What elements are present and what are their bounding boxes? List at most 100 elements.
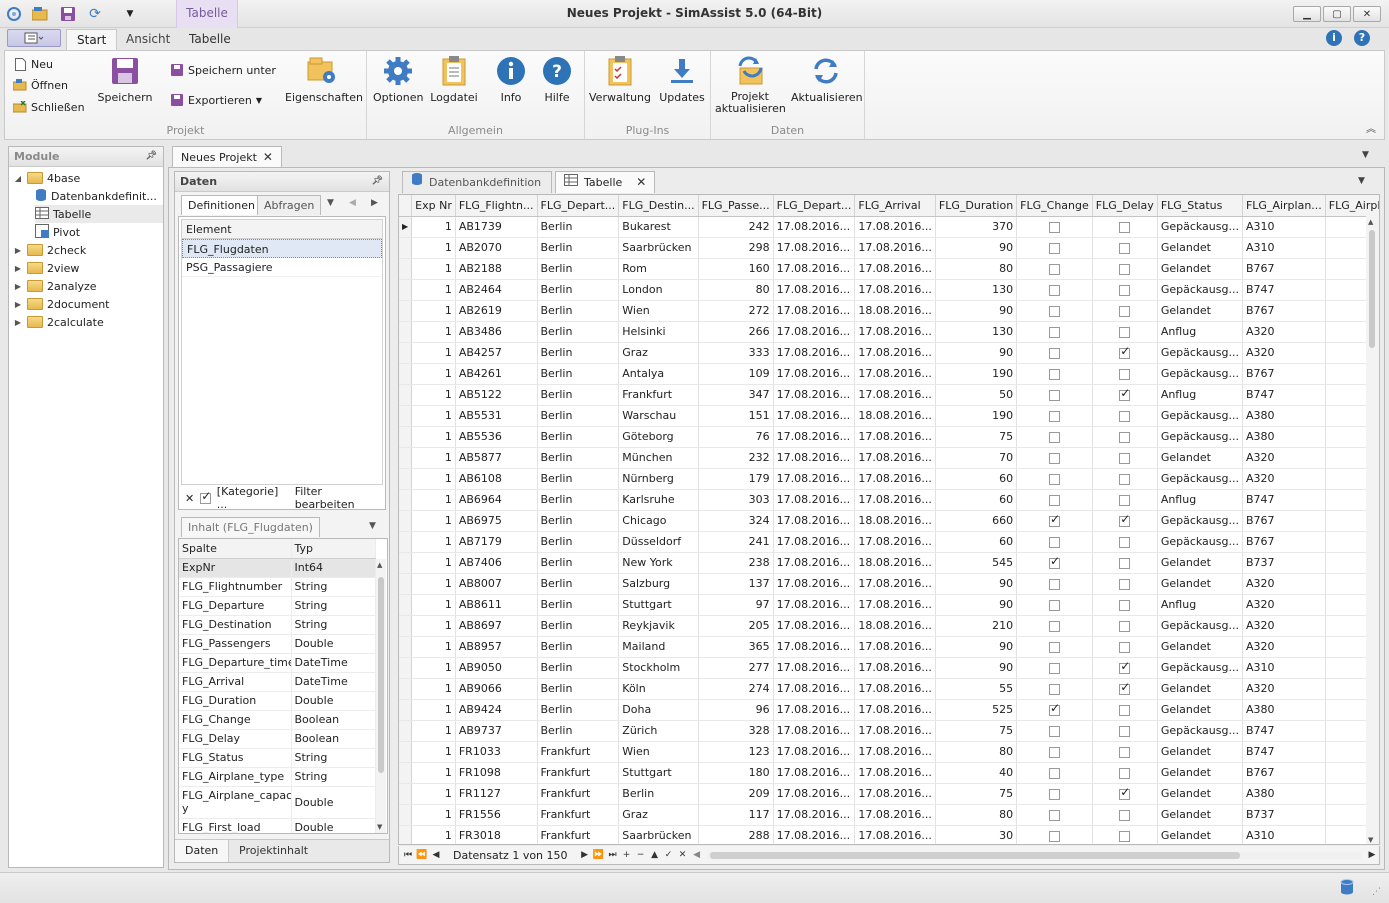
row-indicator[interactable] [399, 279, 413, 301]
grid-cell[interactable]: 17.08.2016... [773, 363, 856, 385]
tab-ansicht[interactable]: Ansicht [116, 29, 180, 50]
tree-item-2view[interactable]: ▶ 2view [13, 259, 79, 277]
grid-cell[interactable]: Warschau [618, 405, 699, 427]
grid-cell[interactable]: 17.08.2016... [854, 720, 936, 742]
grid-checkbox-cell[interactable] [1016, 720, 1093, 742]
grid-column-header[interactable]: FLG_Destin... [618, 195, 699, 217]
grid-cell[interactable]: 50 [935, 384, 1018, 406]
grid-cell[interactable]: 1 [411, 741, 456, 763]
unchecked-checkbox[interactable] [1119, 767, 1131, 779]
grid-cell[interactable]: 1 [411, 678, 456, 700]
collapse-icon[interactable]: ◢ [13, 174, 23, 183]
row-indicator[interactable] [399, 657, 413, 679]
column-name-cell[interactable]: FLG_Departure [179, 596, 292, 616]
grid-cell[interactable]: 90 [935, 594, 1018, 616]
tree-item-2analyze[interactable]: ▶ 2analyze [13, 277, 97, 295]
scroll-left-icon[interactable]: ◀ [690, 850, 704, 860]
checked-checkbox[interactable] [1048, 512, 1060, 527]
grid-cell[interactable]: 17.08.2016... [854, 699, 936, 721]
table-row[interactable]: 1 AB5122 Berlin Frankfurt 347 17.08.2016... 17… [399, 384, 1379, 406]
grid-cell[interactable]: Frankfurt [537, 762, 620, 784]
unchecked-checkbox[interactable] [1119, 599, 1131, 611]
grid-cell[interactable]: 333 [698, 342, 774, 364]
unchecked-checkbox[interactable] [1119, 242, 1131, 254]
grid-cell[interactable]: 18.08.2016... [854, 510, 936, 532]
grid-cell[interactable]: 97 [698, 594, 774, 616]
checked-checkbox[interactable] [1119, 785, 1130, 800]
grid-cell[interactable]: 190 [935, 405, 1018, 427]
table-row[interactable]: 1 AB3486 Berlin Helsinki 266 17.08.2016... 17.… [399, 321, 1379, 343]
grid-cell[interactable]: 17.08.2016... [773, 384, 856, 406]
speichern-button[interactable]: Speichern [97, 55, 153, 104]
grid-cell[interactable]: A380 [1242, 405, 1326, 427]
grid-checkbox-cell[interactable] [1092, 426, 1158, 448]
unchecked-checkbox[interactable] [1048, 389, 1060, 401]
grid-cell[interactable]: B747 [1242, 384, 1326, 406]
grid-cell[interactable]: Düsseldorf [618, 531, 699, 553]
grid-checkbox-cell[interactable] [1092, 279, 1158, 301]
grid-cell[interactable]: 1 [411, 636, 456, 658]
grid-checkbox-cell[interactable] [1016, 363, 1093, 385]
grid-column-header[interactable]: FLG_Airplan... [1242, 195, 1326, 217]
grid-cell[interactable]: Gepäckausg... [1157, 216, 1243, 238]
grid-cell[interactable]: 288 [698, 825, 774, 844]
grid-cell[interactable]: A310 [1242, 657, 1326, 679]
grid-cell[interactable]: 1 [411, 657, 456, 679]
database-status-icon[interactable] [1340, 879, 1354, 898]
unchecked-checkbox[interactable] [1048, 746, 1060, 758]
grid-cell[interactable]: Saarbrücken [618, 237, 699, 259]
grid-cell[interactable]: AB7406 [455, 552, 538, 574]
grid-checkbox-cell[interactable] [1092, 447, 1158, 469]
unchecked-checkbox[interactable] [1119, 578, 1131, 590]
table-row[interactable]: ▶ 1 AB1739 Berlin Bukarest 242 17.08.2016... 17… [399, 216, 1379, 238]
grid-cell[interactable]: Graz [618, 342, 699, 364]
grid-cell[interactable]: 109 [698, 363, 774, 385]
grid-cell[interactable]: 17.08.2016... [854, 804, 936, 826]
scroll-up-icon[interactable]: ▲ [377, 561, 382, 569]
grid-checkbox-cell[interactable] [1016, 573, 1093, 595]
grid-cell[interactable]: Helsinki [618, 321, 699, 343]
grid-cell[interactable]: 17.08.2016... [773, 321, 856, 343]
grid-checkbox-cell[interactable] [1092, 489, 1158, 511]
grid-cell[interactable]: 17.08.2016... [773, 804, 856, 826]
tree-item-datenbankdefinit[interactable]: Datenbankdefinit... [35, 187, 157, 205]
grid-cell[interactable]: Gepäckausg... [1157, 405, 1243, 427]
grid-cell[interactable]: Berlin [537, 636, 620, 658]
tab-overflow-dropdown-icon[interactable]: ▼ [327, 198, 334, 208]
grid-cell[interactable]: Frankfurt [537, 804, 620, 826]
grid-cell[interactable]: 137 [698, 573, 774, 595]
row-indicator[interactable] [399, 762, 413, 784]
grid-cell[interactable]: München [618, 447, 699, 469]
column-type-cell[interactable]: Double [291, 818, 376, 833]
unchecked-checkbox[interactable] [1048, 284, 1060, 296]
grid-checkbox-cell[interactable] [1092, 258, 1158, 280]
grid-cell[interactable]: Berlin [537, 720, 620, 742]
grid-cell[interactable]: A310 [1242, 237, 1326, 259]
table-row[interactable]: 1 AB5877 Berlin München 232 17.08.2016... 17.0… [399, 447, 1379, 469]
grid-cell[interactable]: Wien [618, 741, 699, 763]
grid-cell[interactable]: Berlin [537, 279, 620, 301]
grid-checkbox-cell[interactable] [1016, 447, 1093, 469]
table-row[interactable]: 1 AB4261 Berlin Antalya 109 17.08.2016... 17.0… [399, 363, 1379, 385]
element-list-header[interactable]: Element [182, 220, 382, 239]
tree-item-2check[interactable]: ▶ 2check [13, 241, 86, 259]
first-record-icon[interactable]: ⏮ [401, 850, 415, 860]
column-row[interactable]: FLG_Flightnumber String [179, 577, 376, 597]
table-row[interactable]: 1 AB2619 Berlin Wien 272 17.08.2016... 18.08.2… [399, 300, 1379, 322]
grid-cell[interactable]: 17.08.2016... [854, 363, 936, 385]
maximize-button[interactable]: ▢ [1323, 6, 1351, 22]
unchecked-checkbox[interactable] [1048, 725, 1060, 737]
grid-checkbox-cell[interactable] [1092, 825, 1158, 844]
delete-record-icon[interactable]: − [634, 850, 648, 860]
grid-cell[interactable]: 1 [411, 384, 456, 406]
column-type-cell[interactable]: Boolean [291, 729, 376, 749]
grid-cell[interactable]: 1 [411, 594, 456, 616]
column-type-cell[interactable]: Int64 [291, 558, 376, 578]
column-row[interactable]: FLG_Passengers Double [179, 634, 376, 654]
cancel-edit-icon[interactable]: ✕ [676, 850, 690, 860]
grid-cell[interactable]: Gelandet [1157, 783, 1243, 805]
expand-icon[interactable]: ▶ [13, 300, 23, 309]
unchecked-checkbox[interactable] [1119, 641, 1131, 653]
info-icon[interactable]: i [1326, 30, 1342, 46]
grid-cell[interactable]: B747 [1242, 279, 1326, 301]
